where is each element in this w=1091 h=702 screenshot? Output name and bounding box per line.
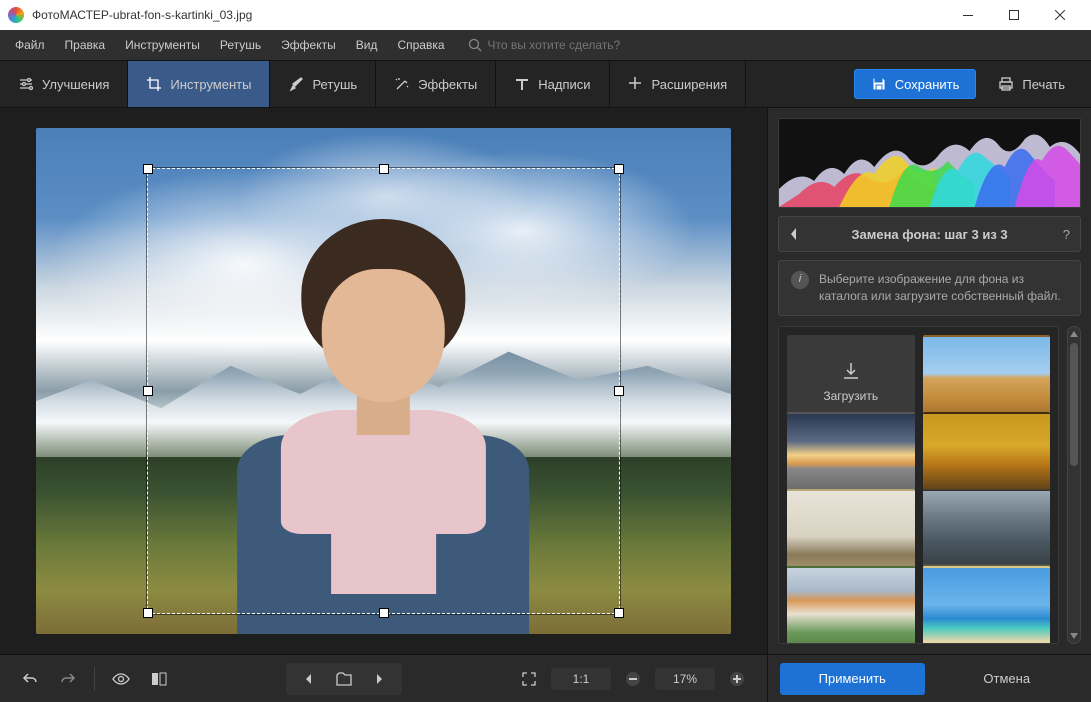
bg-thumb-town[interactable] <box>787 566 915 644</box>
handle-bl[interactable] <box>143 608 153 618</box>
save-label: Сохранить <box>895 77 960 92</box>
text-icon <box>514 76 530 92</box>
tab-retouch[interactable]: Ретушь <box>270 61 376 107</box>
apply-button[interactable]: Применить <box>780 663 925 695</box>
app-logo-icon <box>8 7 24 23</box>
nav-prev-button[interactable] <box>290 663 326 695</box>
sidebar: Замена фона: шаг 3 из 3 ? i Выберите изо… <box>767 108 1091 702</box>
menu-view[interactable]: Вид <box>347 34 387 56</box>
menu-retouch[interactable]: Ретушь <box>211 34 270 56</box>
handle-ml[interactable] <box>143 386 153 396</box>
brush-icon <box>288 76 304 92</box>
help-button[interactable]: ? <box>1063 227 1070 242</box>
handle-tr[interactable] <box>614 164 624 174</box>
tab-label: Ретушь <box>312 77 357 92</box>
menu-effects[interactable]: Эффекты <box>272 34 345 56</box>
info-icon: i <box>791 271 809 289</box>
selection-box[interactable] <box>147 168 620 613</box>
handle-tl[interactable] <box>143 164 153 174</box>
info-box: i Выберите изображение для фона из катал… <box>778 260 1081 316</box>
tab-label: Инструменты <box>170 77 251 92</box>
print-icon <box>998 76 1014 92</box>
canvas-area: 1:1 17% <box>0 108 767 702</box>
nav-next-button[interactable] <box>362 663 398 695</box>
tab-extensions[interactable]: Расширения <box>610 61 747 107</box>
back-button[interactable] <box>789 227 797 241</box>
tab-text[interactable]: Надписи <box>496 61 609 107</box>
histogram <box>778 118 1081 208</box>
tab-label: Надписи <box>538 77 590 92</box>
fit-screen-button[interactable] <box>513 663 545 695</box>
search-icon <box>468 38 482 52</box>
panel-title-text: Замена фона: шаг 3 из 3 <box>851 227 1007 242</box>
bg-thumb-beach[interactable] <box>923 566 1051 644</box>
info-text: Выберите изображение для фона из каталог… <box>819 271 1068 305</box>
zoom-display[interactable]: 17% <box>655 668 715 690</box>
print-label: Печать <box>1022 77 1065 92</box>
tab-label: Улучшения <box>42 77 109 92</box>
menu-tools[interactable]: Инструменты <box>116 34 209 56</box>
thumbs-scrollbar[interactable] <box>1067 326 1081 644</box>
bottom-toolbar: 1:1 17% <box>0 654 767 702</box>
handle-mr[interactable] <box>614 386 624 396</box>
wand-icon <box>394 76 410 92</box>
cancel-button[interactable]: Отмена <box>935 663 1080 695</box>
save-button[interactable]: Сохранить <box>854 69 977 99</box>
handle-br[interactable] <box>614 608 624 618</box>
canvas-viewport[interactable] <box>0 108 767 654</box>
tab-label: Расширения <box>652 77 728 92</box>
search-input[interactable] <box>488 38 688 52</box>
menu-help[interactable]: Справка <box>388 34 453 56</box>
ratio-button[interactable]: 1:1 <box>551 668 611 690</box>
scrollbar-thumb[interactable] <box>1070 343 1078 466</box>
tab-label: Эффекты <box>418 77 477 92</box>
minimize-button[interactable] <box>945 0 991 30</box>
zoom-out-button[interactable] <box>617 663 649 695</box>
panel-title: Замена фона: шаг 3 из 3 ? <box>778 216 1081 252</box>
maximize-button[interactable] <box>991 0 1037 30</box>
menu-edit[interactable]: Правка <box>56 34 115 56</box>
download-icon <box>841 361 861 381</box>
close-button[interactable] <box>1037 0 1083 30</box>
zoom-in-button[interactable] <box>721 663 753 695</box>
compare-button[interactable] <box>143 663 175 695</box>
background-thumbs: Загрузить <box>778 326 1059 644</box>
menubar: Файл Правка Инструменты Ретушь Эффекты В… <box>0 30 1091 60</box>
handle-bm[interactable] <box>379 608 389 618</box>
print-button[interactable]: Печать <box>986 70 1077 98</box>
search-bar <box>468 38 688 52</box>
toolbar: Улучшения Инструменты Ретушь Эффекты Над… <box>0 60 1091 108</box>
show-original-button[interactable] <box>105 663 137 695</box>
save-icon <box>871 76 887 92</box>
nav-browse-button[interactable] <box>326 663 362 695</box>
sliders-icon <box>18 76 34 92</box>
app-name: ФотоМАСТЕР <box>32 8 109 22</box>
tab-effects[interactable]: Эффекты <box>376 61 496 107</box>
sidebar-footer: Применить Отмена <box>768 654 1091 702</box>
undo-button[interactable] <box>14 663 46 695</box>
crop-icon <box>146 76 162 92</box>
menu-file[interactable]: Файл <box>6 34 54 56</box>
titlebar: ФотоМАСТЕР - ubrat-fon-s-kartinki_03.jpg <box>0 0 1091 30</box>
handle-tm[interactable] <box>379 164 389 174</box>
plus-icon <box>628 76 644 92</box>
tab-tools[interactable]: Инструменты <box>128 61 270 107</box>
photo-image[interactable] <box>36 128 731 634</box>
load-label: Загрузить <box>823 389 878 403</box>
file-name: ubrat-fon-s-kartinki_03.jpg <box>113 8 252 22</box>
tab-enhance[interactable]: Улучшения <box>0 61 128 107</box>
redo-button[interactable] <box>52 663 84 695</box>
